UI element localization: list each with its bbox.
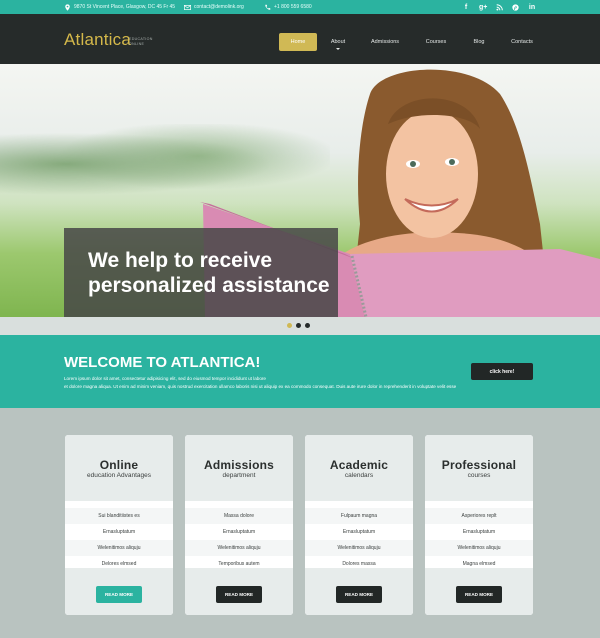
location-pin-icon <box>65 3 70 11</box>
card-item: Asperiores replt <box>425 508 533 524</box>
welcome-text-line2: et dolore magna aliqua. Ut enim ad minim… <box>64 384 457 389</box>
site-header: Atlantica EDUCATION ONLINE Home About Ad… <box>0 14 600 64</box>
phone-info: +1 800 559 6580 <box>264 0 312 14</box>
card-item: Fulpaum magna <box>305 508 413 524</box>
nav-courses[interactable]: Courses <box>418 33 454 51</box>
address-text: 9870 St Vincent Place, Glasgow, DC 45 Fr… <box>74 4 176 10</box>
card-title: Academic <box>329 458 389 472</box>
card-item: Ernasluptatum <box>185 524 293 540</box>
read-more-button[interactable]: READ MORE <box>336 586 382 603</box>
card-title: Admissions <box>203 458 274 472</box>
site-logo[interactable]: Atlantica <box>64 30 131 50</box>
card-item: Welenitimos aliquju <box>425 540 533 556</box>
email-info[interactable]: contact@demolink.org <box>184 0 244 14</box>
read-more-button[interactable]: READ MORE <box>456 586 502 603</box>
read-more-button[interactable]: READ MORE <box>96 586 142 603</box>
welcome-text-line1: Lorem ipsum dolor sit amet, consectetur … <box>64 376 266 381</box>
read-more-button[interactable]: READ MORE <box>216 586 262 603</box>
hero-slider[interactable]: We help to receive personalized assistan… <box>0 64 600 317</box>
nav-about-label: About <box>330 39 346 45</box>
welcome-section: WELCOME TO ATLANTICA! Lorem ipsum dolor … <box>0 335 600 408</box>
tagline-line1: EDUCATION <box>129 37 153 41</box>
card-academic: Academic calendars Fulpaum magna Ernaslu… <box>305 435 413 615</box>
nav-admissions[interactable]: Admissions <box>362 33 408 51</box>
card-item: Welenitimos aliquju <box>185 540 293 556</box>
envelope-icon <box>184 4 191 10</box>
welcome-title: WELCOME TO ATLANTICA! <box>64 354 261 371</box>
nav-about[interactable]: About <box>322 33 354 51</box>
pinterest-icon[interactable] <box>512 3 519 11</box>
chevron-down-icon <box>336 48 340 50</box>
slider-dot-1[interactable] <box>287 323 292 328</box>
nav-contacts[interactable]: Contacts <box>504 33 540 51</box>
card-item: Welenitimos aliquju <box>65 540 173 556</box>
card-title: Online <box>99 458 139 472</box>
card-subtitle: courses <box>467 472 491 479</box>
card-subtitle: department <box>222 472 256 479</box>
slider-dot-2[interactable] <box>296 323 301 328</box>
click-here-button[interactable]: click here! <box>471 363 533 380</box>
nav-home[interactable]: Home <box>279 33 317 51</box>
slider-dot-3[interactable] <box>305 323 310 328</box>
hero-caption: We help to receive personalized assistan… <box>64 228 338 317</box>
rss-icon[interactable] <box>496 3 503 11</box>
card-item: Welenitimos aliquju <box>305 540 413 556</box>
slider-pagination <box>0 317 600 335</box>
social-links: f g+ in <box>462 0 536 14</box>
card-subtitle: calendars <box>344 472 374 479</box>
card-subtitle: education Advantages <box>87 472 151 479</box>
card-header: Academic calendars <box>305 435 413 501</box>
card-header: Professional courses <box>425 435 533 501</box>
card-admissions: Admissions department Massa dolore Ernas… <box>185 435 293 615</box>
card-professional: Professional courses Asperiores replt Er… <box>425 435 533 615</box>
card-item: Ernasluptatum <box>425 524 533 540</box>
card-item: Sui blanditiistes es <box>65 508 173 524</box>
hero-caption-line2: personalized assistance <box>88 274 330 297</box>
hero-caption-text: We help to receive personalized assistan… <box>88 248 330 298</box>
tagline-line2: ONLINE <box>129 41 145 46</box>
address-info: 9870 St Vincent Place, Glasgow, DC 45 Fr… <box>64 0 175 14</box>
card-item: Massa dolore <box>185 508 293 524</box>
logo-tagline: EDUCATION ONLINE <box>129 37 153 46</box>
hero-caption-line1: We help to receive <box>88 249 273 272</box>
card-header: Online education Advantages <box>65 435 173 501</box>
card-header: Admissions department <box>185 435 293 501</box>
top-info-bar: 9870 St Vincent Place, Glasgow, DC 45 Fr… <box>0 0 600 14</box>
phone-icon <box>265 4 271 10</box>
google-plus-icon[interactable]: g+ <box>479 4 487 11</box>
facebook-icon[interactable]: f <box>462 4 470 11</box>
email-link[interactable]: contact@demolink.org <box>194 4 244 10</box>
nav-blog[interactable]: Blog <box>464 33 494 51</box>
card-title: Professional <box>441 458 517 472</box>
linkedin-icon[interactable]: in <box>528 4 536 11</box>
card-online: Online education Advantages Sui blanditi… <box>65 435 173 615</box>
card-item: Ernasluptatum <box>305 524 413 540</box>
card-item: Ernasluptatum <box>65 524 173 540</box>
phone-text: +1 800 559 6580 <box>274 4 312 10</box>
